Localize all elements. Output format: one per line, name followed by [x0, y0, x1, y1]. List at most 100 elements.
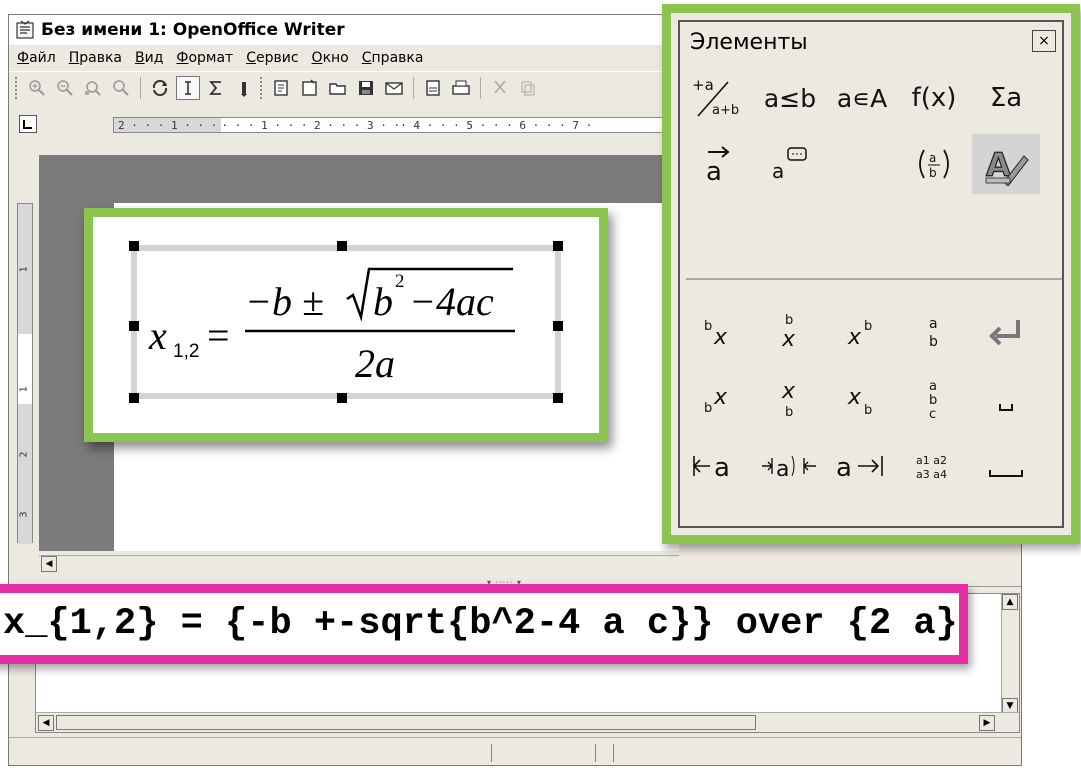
formula-preview-highlight: x 1,2 = −b ± b 2 −4ac 2a: [84, 208, 608, 442]
toolbar-grip[interactable]: [15, 76, 18, 99]
svg-text:x: x: [847, 325, 862, 350]
scroll-up-arrow-icon[interactable]: ▲: [1002, 594, 1018, 610]
menu-format[interactable]: Формат: [176, 50, 233, 66]
scroll-left-arrow-icon[interactable]: ◀: [41, 556, 57, 572]
toolbar-separator-3: [480, 76, 481, 99]
svg-text:a1 a2: a1 a2: [916, 454, 947, 467]
menu-edit[interactable]: Правка: [69, 50, 122, 66]
menu-file[interactable]: Файл: [17, 50, 56, 66]
screenshot-root: Без имени 1: OpenOffice Writer Файл Прав…: [0, 0, 1081, 770]
svg-text:a: a: [929, 379, 937, 394]
svg-text:a: a: [929, 151, 936, 165]
align-center-element[interactable]: a: [756, 436, 824, 496]
elements-panel-title: Элементы: [690, 29, 808, 55]
left-superscript-element[interactable]: bx: [684, 302, 752, 362]
export-pdf-icon[interactable]: [421, 76, 445, 100]
svg-text:a+b: a+b: [712, 103, 739, 118]
zoom-out-icon[interactable]: [53, 76, 77, 100]
formula-equals: =: [207, 313, 230, 358]
svg-text:b: b: [704, 401, 712, 416]
formula-command-text[interactable]: x_{1,2} = {-b +-sqrt{b^2-4 a c}} over {2…: [3, 603, 958, 645]
horizontal-ruler[interactable]: 2 · · · 1 · · · · · · 1 · · · 2 · · · 3 …: [113, 117, 673, 133]
zoom-in-icon[interactable]: [25, 76, 49, 100]
menu-window[interactable]: Окно: [312, 50, 349, 66]
catalog-icon[interactable]: [270, 76, 294, 100]
copy-icon[interactable]: [516, 76, 540, 100]
window-title: Без имени 1: OpenOffice Writer: [41, 20, 345, 40]
email-icon[interactable]: [382, 76, 406, 100]
new-icon[interactable]: [298, 76, 322, 100]
formula-radicand-rest: −4ac: [409, 279, 494, 324]
gap-icon[interactable]: [972, 436, 1040, 496]
svg-text:a: a: [714, 453, 730, 483]
status-separator: [613, 744, 614, 762]
dropdown-icon[interactable]: [232, 76, 256, 100]
ruler-main-scale: · · · 1 · · · 2 · · · 3 · ·: [221, 118, 401, 132]
formula-exponent: 2: [395, 271, 405, 292]
category-relations[interactable]: a≤b: [756, 68, 824, 128]
vertical-stack-2-element[interactable]: ab: [900, 302, 968, 362]
close-icon[interactable]: ×: [1032, 30, 1056, 52]
ruler-left-margin: 2 · · · 1 · · ·: [114, 118, 222, 132]
lower-limit-element[interactable]: xb: [756, 370, 824, 430]
svg-text:b: b: [785, 405, 793, 420]
command-vertical-scrollbar[interactable]: ▲ ▼: [1001, 594, 1019, 714]
category-attributes[interactable]: a: [684, 134, 752, 194]
vertical-stack-3-element[interactable]: abc: [900, 370, 968, 430]
category-formats-selected[interactable]: A: [972, 134, 1040, 194]
svg-text:b: b: [704, 319, 712, 334]
align-right-element[interactable]: a: [828, 436, 896, 496]
status-separator: [595, 744, 596, 762]
left-subscript-element[interactable]: bx: [684, 370, 752, 430]
svg-text:a: a: [706, 157, 722, 186]
new-line-icon[interactable]: [972, 302, 1040, 362]
zoom-all-icon[interactable]: [81, 76, 105, 100]
update-icon[interactable]: [148, 76, 172, 100]
right-superscript-element[interactable]: xb: [828, 302, 896, 362]
svg-text:b: b: [929, 334, 938, 350]
vertical-ruler[interactable]: 1 1 2 3: [17, 203, 33, 544]
small-gap-icon[interactable]: [972, 370, 1040, 430]
svg-text:a: a: [836, 453, 852, 483]
vruler-tick: 1: [18, 386, 30, 393]
svg-text:a: a: [776, 457, 789, 482]
print-icon[interactable]: [449, 76, 473, 100]
scroll-right-arrow-icon[interactable]: ▶: [979, 715, 995, 731]
zoom-icon[interactable]: [109, 76, 133, 100]
toolbar-grip-2[interactable]: [260, 76, 263, 99]
formula-radicand-b: b: [373, 279, 393, 324]
scroll-left-arrow-icon[interactable]: ◀: [38, 715, 54, 731]
vruler-tick: 3: [18, 511, 30, 518]
svg-text:b: b: [785, 313, 793, 328]
document-horizontal-scrollbar[interactable]: ◀: [39, 555, 679, 573]
right-subscript-element[interactable]: xb: [828, 370, 896, 430]
svg-text:x: x: [781, 379, 796, 404]
command-horizontal-scrollbar[interactable]: ◀ ▶: [36, 712, 1019, 732]
category-others[interactable]: a: [756, 134, 824, 194]
cut-icon[interactable]: [488, 76, 512, 100]
matrix-element[interactable]: a1 a2 a3 a4: [900, 436, 968, 496]
svg-text:+a: +a: [692, 76, 714, 94]
align-left-element[interactable]: a: [684, 436, 752, 496]
category-brackets[interactable]: ab: [900, 134, 968, 194]
sigma-icon[interactable]: [204, 76, 228, 100]
category-unary-binary-operators[interactable]: +a a+b: [684, 68, 752, 128]
menu-help[interactable]: Справка: [362, 50, 424, 66]
ruler-right-scale: · 4 · · · 5 · · · 6 · · · 7 ·: [400, 118, 593, 132]
upper-limit-element[interactable]: bx: [756, 302, 824, 362]
open-icon[interactable]: [326, 76, 350, 100]
menu-tools[interactable]: Сервис: [246, 50, 298, 66]
tab-stop-selector[interactable]: [19, 115, 37, 133]
category-set-operations[interactable]: a∊A: [828, 68, 896, 128]
vruler-tick: 2: [18, 451, 30, 458]
menu-view[interactable]: Вид: [135, 50, 163, 66]
formula-cursor-icon[interactable]: [176, 75, 200, 100]
category-functions[interactable]: f(x): [900, 68, 968, 128]
svg-text:b: b: [929, 393, 937, 408]
svg-text:b: b: [864, 319, 872, 334]
save-icon[interactable]: [354, 76, 378, 100]
category-operators[interactable]: Σa: [972, 68, 1040, 128]
formula-lhs: x: [148, 313, 167, 358]
svg-text:x: x: [781, 327, 796, 352]
command-scroll-thumb[interactable]: [56, 715, 756, 730]
